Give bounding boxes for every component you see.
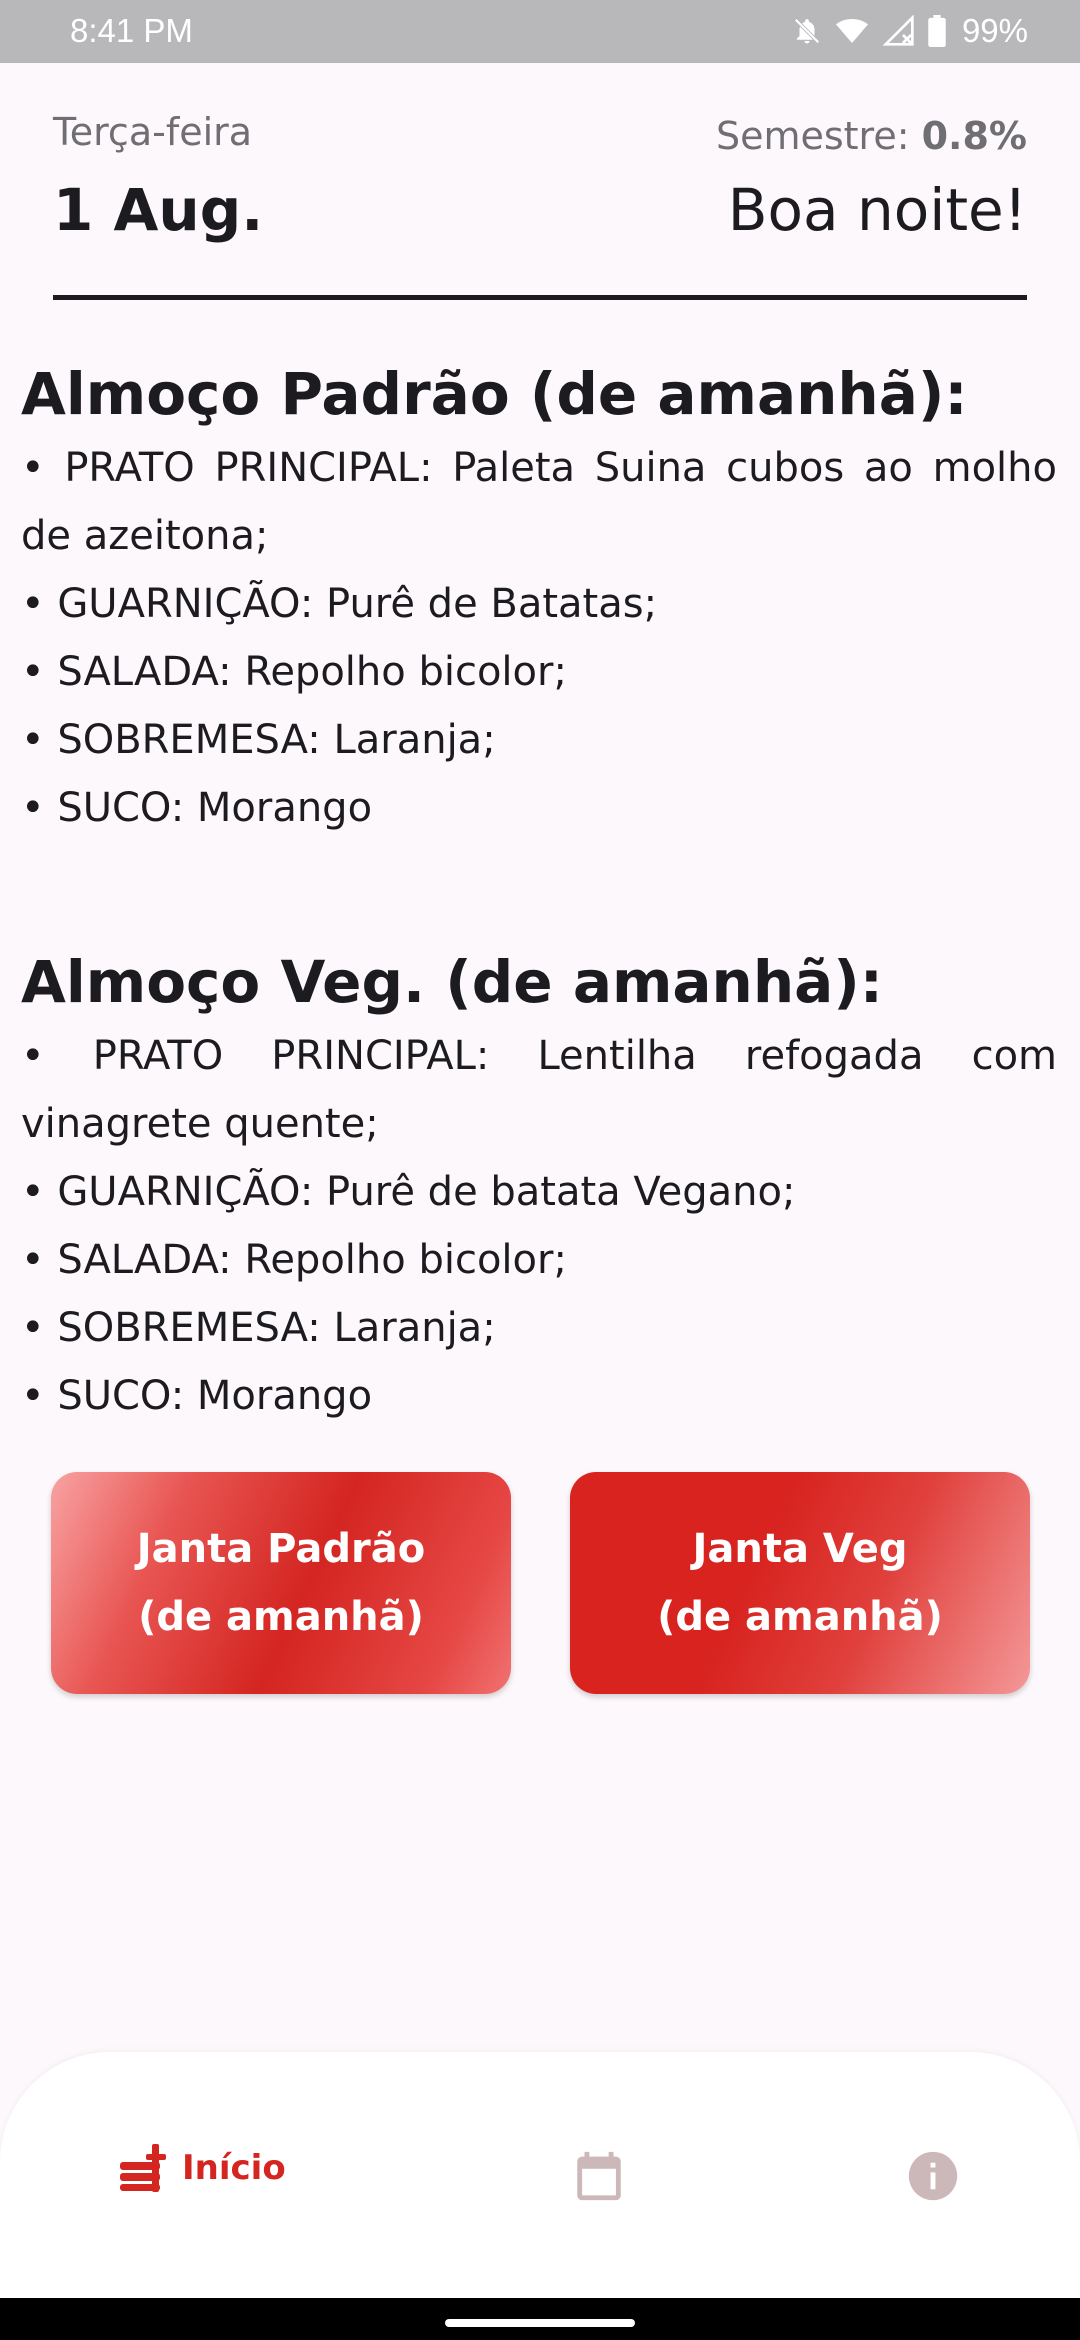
menu-item: SUCO: Morango bbox=[21, 774, 1057, 842]
menu-item: SUCO: Morango bbox=[21, 1362, 1057, 1430]
lunch-veg-section: Almoço Veg. (de amanhã): PRATO PRINCIPAL… bbox=[21, 946, 1057, 1430]
header: Terça-feira 1 Aug. Semestre: 0.8% Boa no… bbox=[53, 108, 1027, 300]
lunch-veg-list: PRATO PRINCIPAL: Lentilha refogada com v… bbox=[21, 1022, 1057, 1430]
lunch-veg-title: Almoço Veg. (de amanhã): bbox=[21, 948, 883, 1016]
dinner-veg-line1: Janta Veg bbox=[692, 1526, 908, 1572]
semester-label: Semestre: bbox=[715, 114, 922, 158]
calendar-icon bbox=[570, 2151, 628, 2209]
menu-item: GUARNIÇÃO: Purê de Batatas; bbox=[21, 570, 1057, 638]
dinner-veg-button[interactable]: Janta Veg (de amanhã) bbox=[570, 1472, 1030, 1694]
menu-item: SALADA: Repolho bicolor; bbox=[21, 1226, 1057, 1294]
nav-item-home[interactable]: Início bbox=[118, 2140, 286, 2196]
weekday-label: Terça-feira bbox=[53, 110, 253, 154]
menu-item: SOBREMESA: Laranja; bbox=[21, 1294, 1057, 1362]
menu-item: SALADA: Repolho bicolor; bbox=[21, 638, 1057, 706]
date-label: 1 Aug. bbox=[53, 176, 264, 244]
lunch-standard-list: PRATO PRINCIPAL: Paleta Suina cubos ao m… bbox=[21, 434, 1057, 842]
dinner-standard-line2: (de amanhã) bbox=[138, 1594, 424, 1640]
bottom-navigation: Início bbox=[0, 2052, 1080, 2298]
menu-item: PRATO PRINCIPAL: Paleta Suina cubos ao m… bbox=[21, 434, 1057, 570]
wifi-icon bbox=[834, 15, 870, 47]
lunch-standard-section: Almoço Padrão (de amanhã): PRATO PRINCIP… bbox=[21, 358, 1057, 842]
nav-home-label: Início bbox=[182, 2148, 286, 2188]
menu-item: PRATO PRINCIPAL: Lentilha refogada com v… bbox=[21, 1022, 1057, 1158]
lunch-standard-title: Almoço Padrão (de amanhã): bbox=[21, 360, 968, 428]
nav-item-info[interactable] bbox=[904, 2147, 962, 2209]
menu-item: SOBREMESA: Laranja; bbox=[21, 706, 1057, 774]
gesture-handle[interactable] bbox=[445, 2319, 635, 2327]
food-tray-icon bbox=[118, 2140, 178, 2196]
dinner-standard-button[interactable]: Janta Padrão (de amanhã) bbox=[51, 1472, 511, 1694]
status-bar: 8:41 PM 99% bbox=[0, 0, 1080, 63]
semester-progress: Semestre: 0.8% bbox=[716, 114, 1027, 158]
dinner-veg-line2: (de amanhã) bbox=[657, 1594, 943, 1640]
battery-icon bbox=[928, 15, 946, 47]
status-time: 8:41 PM bbox=[70, 12, 193, 49]
battery-percent: 99% bbox=[961, 12, 1028, 49]
bell-off-icon bbox=[792, 15, 822, 47]
menu-item: GUARNIÇÃO: Purê de batata Vegano; bbox=[21, 1158, 1057, 1226]
greeting: Boa noite! bbox=[727, 176, 1027, 244]
status-icons: 99% bbox=[792, 10, 1028, 52]
nav-item-calendar[interactable] bbox=[570, 2147, 628, 2209]
signal-icon bbox=[882, 15, 916, 47]
semester-value: 0.8% bbox=[921, 114, 1027, 158]
info-icon bbox=[904, 2151, 962, 2209]
header-divider bbox=[53, 295, 1027, 300]
dinner-standard-line1: Janta Padrão bbox=[136, 1526, 426, 1572]
